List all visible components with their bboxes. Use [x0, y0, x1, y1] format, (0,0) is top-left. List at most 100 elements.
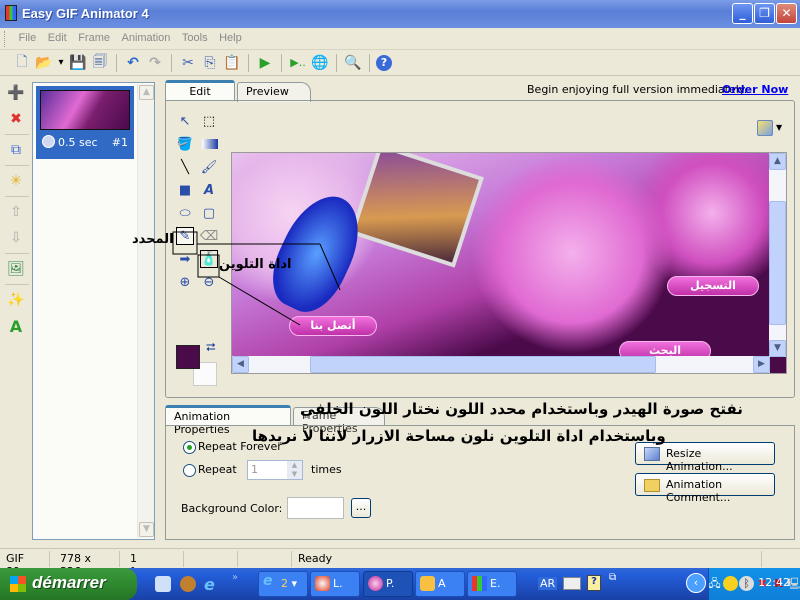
copy-icon[interactable]: ⎘ — [200, 53, 220, 73]
add-frame-icon[interactable]: ➕ — [5, 82, 27, 104]
ellipse-tool-icon[interactable]: ⬭ — [176, 204, 194, 222]
repeat-count-spinner[interactable]: ▲ ▼ — [287, 461, 302, 479]
show-hidden-icons-icon[interactable]: ‹ — [686, 573, 706, 593]
move-up-icon[interactable]: ⇧ — [5, 201, 27, 223]
browse-color-button[interactable]: ... — [351, 498, 371, 518]
scroll-right-icon[interactable]: ▶ — [753, 356, 770, 373]
paste-icon[interactable]: 📋 — [222, 53, 242, 73]
separator — [5, 253, 29, 254]
animation-comment-button[interactable]: Animation Comment... — [635, 473, 775, 504]
scroll-left-icon[interactable]: ◀ — [232, 356, 249, 373]
spray-tool-icon[interactable]: 🧴 — [200, 250, 218, 268]
restore-button[interactable]: ❐ — [754, 3, 775, 24]
language-indicator[interactable]: AR — [538, 577, 558, 590]
fill-tool-icon[interactable]: 🪣 — [176, 135, 194, 153]
menu-tools[interactable]: Tools — [178, 28, 212, 48]
find-icon[interactable]: 🔍 — [343, 53, 363, 73]
quicklaunch-bonzi-icon[interactable] — [180, 576, 196, 592]
open-dropdown-icon[interactable]: ▾ — [56, 53, 66, 73]
select-rect-tool-icon[interactable]: ⬚ — [200, 112, 218, 130]
taskbar-task-2[interactable]: P. — [363, 571, 413, 597]
quicklaunch-outlook-icon[interactable] — [155, 576, 171, 592]
text-tool-icon[interactable]: A — [200, 181, 218, 199]
scroll-up-icon[interactable]: ▲ — [139, 85, 154, 100]
image-canvas[interactable]: أتصل بنا التسجيل البحث ▲ ▼ ◀ ▶ — [231, 152, 787, 374]
resize-animation-button[interactable]: Resize Animation... — [635, 442, 775, 473]
duplicate-frame-icon[interactable]: ⧉ — [5, 139, 27, 161]
tab-edit[interactable]: Edit — [165, 80, 235, 100]
frame-item[interactable]: 0.5 sec #1 — [36, 86, 134, 159]
language-bar-restore-icon[interactable]: ⧉ — [609, 572, 616, 583]
brush-tool-icon[interactable]: 🖌 — [200, 158, 218, 176]
zoom-out-tool-icon[interactable]: ⊖ — [200, 273, 218, 291]
undo-icon[interactable]: ↶ — [123, 53, 143, 73]
horizontal-scroll-thumb[interactable] — [310, 356, 656, 373]
scroll-up-icon[interactable]: ▲ — [769, 153, 786, 170]
redo-icon[interactable]: ↷ — [145, 53, 165, 73]
swap-colors-icon[interactable]: ⮂ — [206, 340, 216, 355]
line-tool-icon[interactable]: ╲ — [176, 158, 194, 176]
delete-frame-icon[interactable]: ✖ — [5, 108, 27, 130]
menu-animation[interactable]: Animation — [117, 28, 174, 48]
gradient-tool-icon[interactable]: ▭ — [202, 139, 218, 149]
play-icon[interactable]: ▶ — [255, 53, 275, 73]
effects-dropdown-icon[interactable]: ▼ — [776, 123, 782, 132]
taskbar-task-1[interactable]: L. — [310, 571, 360, 597]
quicklaunch-ie-icon[interactable]: e — [204, 575, 215, 594]
frames-scrollbar[interactable]: ▲ ▼ — [137, 84, 154, 538]
title-bar: Easy GIF Animator 4 _ ❐ ✕ — [0, 0, 800, 28]
menu-file[interactable]: File — [15, 28, 41, 48]
wizard-icon[interactable]: ✨ — [5, 289, 27, 311]
help-icon[interactable]: ? — [376, 54, 392, 71]
zoom-in-tool-icon[interactable]: ⊕ — [176, 273, 194, 291]
repeat-radio[interactable] — [183, 464, 196, 477]
tab-preview[interactable]: Preview — [237, 82, 311, 102]
close-button[interactable]: ✕ — [776, 3, 797, 24]
preview-in-browser-icon[interactable]: 🌐 — [310, 53, 330, 73]
scroll-down-icon[interactable]: ▼ — [769, 340, 786, 357]
menu-help[interactable]: Help — [215, 28, 246, 48]
keyboard-icon[interactable] — [563, 577, 581, 590]
arrow-tool-icon[interactable]: ➡ — [176, 250, 194, 268]
menu-frame[interactable]: Frame — [74, 28, 114, 48]
vertical-scroll-thumb[interactable] — [769, 201, 786, 325]
start-button[interactable]: démarrer — [0, 568, 137, 600]
canvas-horizontal-scrollbar[interactable]: ◀ ▶ — [232, 356, 770, 373]
messenger-icon[interactable] — [723, 576, 738, 591]
save-all-icon[interactable]: 🗐 — [90, 53, 110, 73]
cut-icon[interactable]: ✂ — [178, 53, 198, 73]
insert-blank-frame-icon[interactable]: ✳ — [5, 170, 27, 192]
play-from-frame-icon[interactable]: ▶.. — [288, 53, 308, 73]
canvas-vertical-scrollbar[interactable]: ▲ ▼ — [769, 153, 786, 357]
open-icon[interactable]: 📂 — [34, 53, 54, 73]
background-color-field[interactable] — [287, 497, 344, 519]
scroll-down-icon[interactable]: ▼ — [139, 522, 154, 537]
pointer-tool-icon[interactable]: ↖ — [176, 112, 194, 130]
order-now-link[interactable]: Order Now — [722, 83, 788, 96]
frames-panel: 0.5 sec #1 ▲ ▼ — [32, 82, 155, 540]
network-icon[interactable]: 🖧 — [707, 576, 722, 591]
eraser-tool-icon[interactable]: ⌫ — [200, 227, 218, 245]
rectangle-tool-icon[interactable]: ■ — [176, 181, 194, 199]
taskbar-ie-group[interactable]: e 2 ▾ — [258, 571, 308, 597]
text-banner-icon[interactable]: A — [5, 315, 27, 337]
bluetooth-icon[interactable]: ᛒ — [739, 576, 754, 591]
taskbar-task-3[interactable]: A — [415, 571, 465, 597]
minimize-button[interactable]: _ — [732, 3, 753, 24]
taskbar-task-4[interactable]: E. — [467, 571, 517, 597]
annotation-line-2: وباستخدام اداة التلوين نلون مساحة الازرا… — [252, 427, 666, 445]
language-help-icon[interactable]: ? — [587, 575, 601, 591]
save-icon[interactable]: 💾 — [68, 53, 88, 73]
tab-animation-properties[interactable]: Animation Properties — [165, 405, 291, 436]
menu-edit[interactable]: Edit — [44, 28, 71, 48]
foreground-color-swatch[interactable] — [176, 345, 200, 369]
repeat-forever-radio[interactable] — [183, 441, 196, 454]
task-label: P. — [386, 577, 395, 590]
rounded-rect-tool-icon[interactable]: ▢ — [200, 204, 218, 222]
new-icon[interactable]: 🗋 — [12, 53, 32, 73]
quicklaunch-expand-icon[interactable]: » — [232, 572, 238, 583]
move-down-icon[interactable]: ⇩ — [5, 227, 27, 249]
color-picker-tool-icon[interactable]: ✎ — [176, 227, 194, 245]
image-effect-icon[interactable]: 🖼 — [5, 258, 27, 280]
image-effects-icon[interactable] — [757, 120, 773, 136]
